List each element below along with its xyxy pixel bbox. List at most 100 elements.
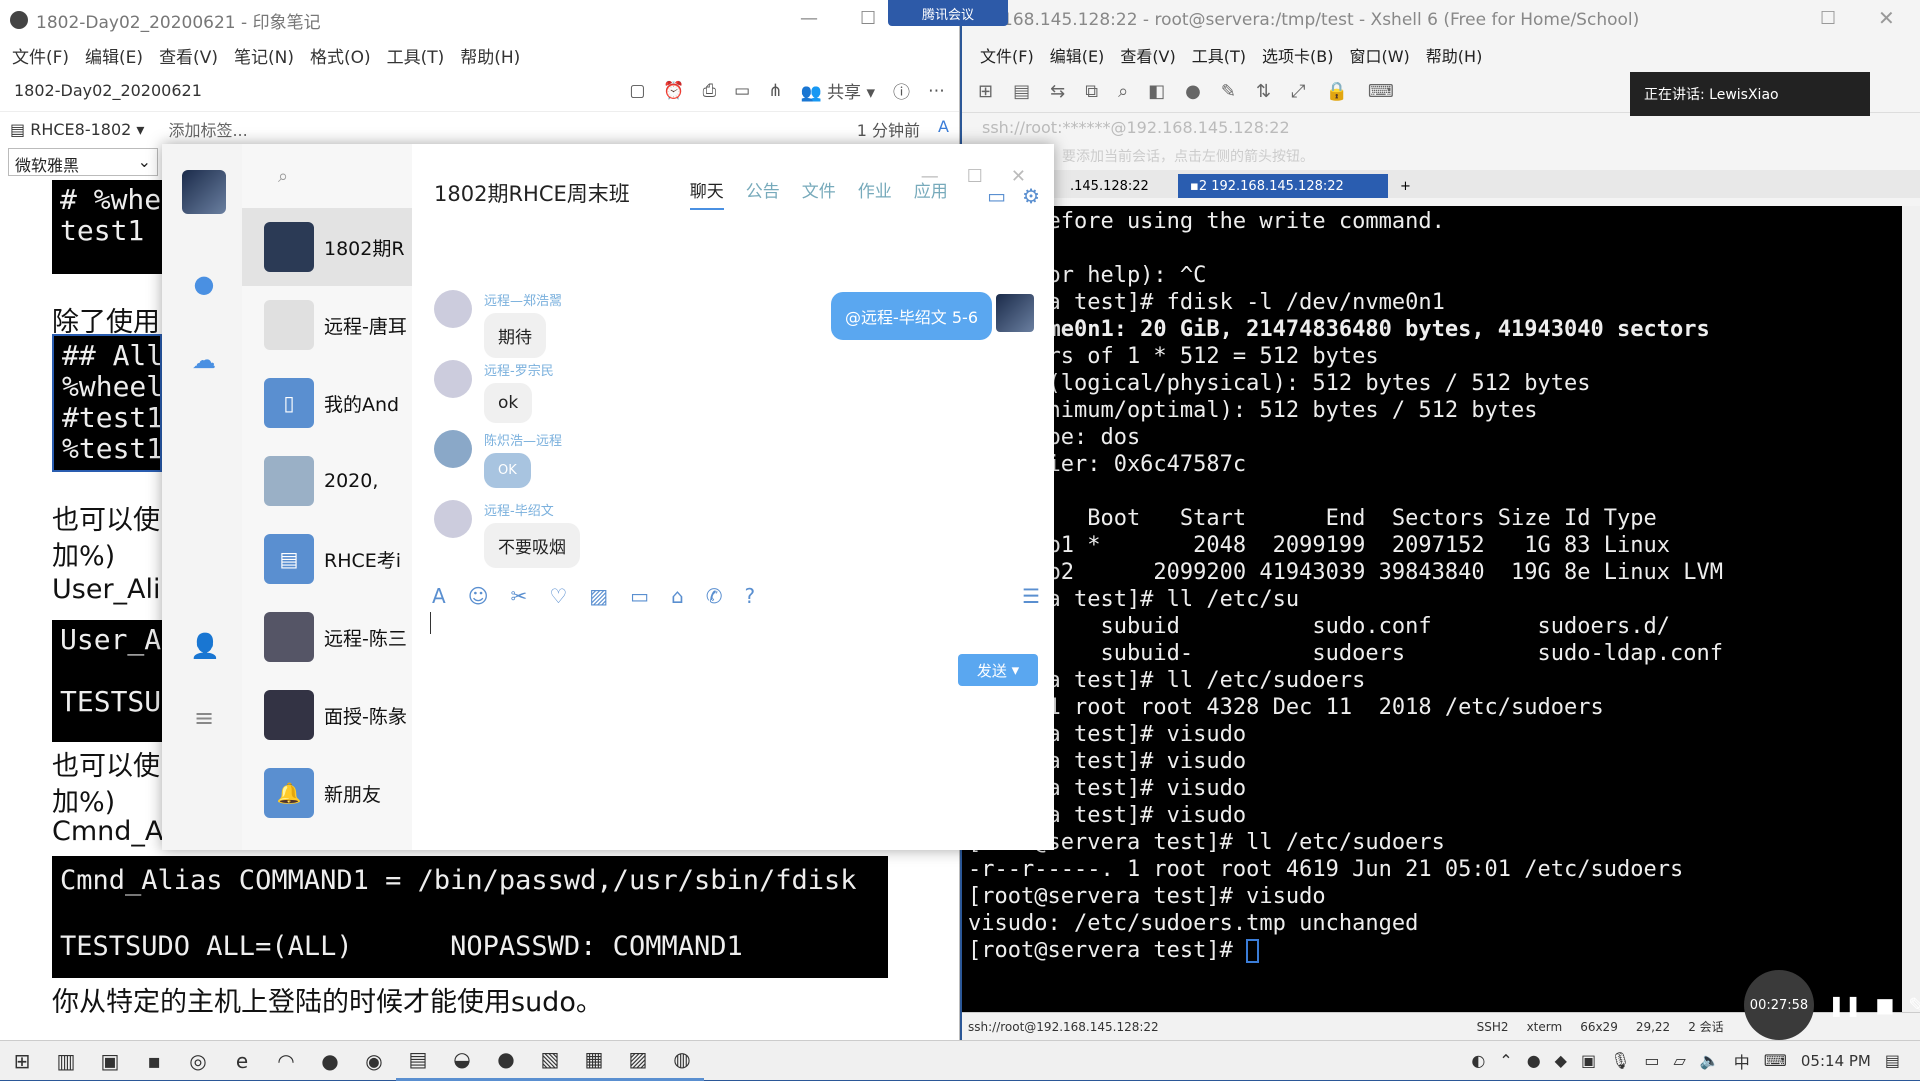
settings-icon[interactable]: ⚙ — [1022, 184, 1040, 208]
menu-format[interactable]: 格式(O) — [310, 43, 371, 68]
tray-app-icon[interactable]: ◐ — [1471, 1051, 1485, 1070]
scissors-icon[interactable]: ✂ — [511, 584, 528, 608]
conversation-item[interactable]: 🔔 新朋友 — [242, 754, 412, 832]
minimize-icon[interactable]: — — [800, 8, 818, 29]
menu-icon[interactable]: ≡ — [190, 704, 218, 732]
ime-indicator[interactable]: 中 — [1734, 1049, 1750, 1073]
conversation-item[interactable]: 1802期R — [242, 208, 412, 286]
add-tag-button[interactable]: 添加标签... — [168, 117, 247, 141]
qq-icon[interactable]: ● — [484, 1041, 528, 1081]
copy-icon[interactable]: ⧉ — [1085, 81, 1098, 102]
chevron-up-icon[interactable]: ⌃ — [1499, 1051, 1512, 1070]
battery-icon[interactable]: ▭ — [1644, 1051, 1659, 1070]
globe-icon[interactable]: ● — [1185, 81, 1201, 102]
clock[interactable]: 05:14 PM — [1801, 1052, 1871, 1070]
input-caret[interactable] — [430, 612, 431, 634]
share-link-icon[interactable]: ⋔ — [768, 81, 782, 101]
terminal-scrollbar[interactable] — [1902, 206, 1920, 1012]
tab-files[interactable]: 文件 — [802, 177, 836, 210]
app-icon[interactable]: ▪ — [132, 1041, 176, 1081]
start-icon[interactable]: ⊞ — [0, 1041, 44, 1081]
tray-app-icon[interactable]: ● — [1527, 1051, 1541, 1070]
xs-menu-edit[interactable]: 编辑(E) — [1050, 43, 1105, 67]
app-icon[interactable]: ▨ — [616, 1041, 660, 1081]
menu-view[interactable]: 查看(V) — [159, 43, 218, 68]
conversation-item[interactable]: ▤ RHCE考i — [242, 520, 412, 598]
menu-help[interactable]: 帮助(H) — [460, 43, 520, 68]
send-button[interactable]: 发送 ▾ — [958, 654, 1038, 686]
conversation-item[interactable]: 面授-陈彖 — [242, 676, 412, 754]
menu-file[interactable]: 文件(F) — [12, 43, 69, 68]
xshell-maximize-icon[interactable]: ☐ — [1820, 8, 1836, 29]
gift-icon[interactable]: ⌂ — [671, 584, 684, 608]
script-icon[interactable]: ✎ — [1221, 81, 1236, 102]
tab-notice[interactable]: 公告 — [746, 177, 780, 210]
call-icon[interactable]: ✆ — [706, 584, 723, 608]
print-icon[interactable]: ⎙ — [703, 81, 717, 101]
favorite-icon[interactable]: ♡ — [549, 584, 567, 608]
tab-session-1[interactable]: .145.128:22 — [1058, 174, 1178, 198]
screen-share-icon[interactable]: ▭ — [987, 184, 1006, 208]
terminal-output[interactable]: eful before using the write command. d (… — [962, 206, 1902, 1012]
sender-avatar[interactable] — [434, 500, 472, 538]
xs-menu-view[interactable]: 查看(V) — [1120, 43, 1175, 67]
conversation-item[interactable]: 2020, — [242, 442, 412, 520]
contacts-icon[interactable]: 👤 — [190, 632, 220, 660]
conversation-item[interactable]: ▯ 我的And — [242, 364, 412, 442]
conversation-item[interactable]: 远程-唐耳 — [242, 286, 412, 364]
volume-icon[interactable]: 🔈 — [1700, 1051, 1720, 1070]
tray-app-icon[interactable]: ▣ — [1581, 1051, 1596, 1070]
sender-avatar[interactable] — [434, 360, 472, 398]
menu-note[interactable]: 笔记(N) — [234, 43, 294, 68]
note-title[interactable]: 1802-Day02_20200621 — [14, 81, 202, 100]
app-icon[interactable]: ● — [308, 1041, 352, 1081]
tab-chat[interactable]: 聊天 — [689, 177, 724, 210]
folder-icon[interactable]: ▭ — [630, 584, 649, 608]
pause-icon[interactable]: ❚❚ — [1828, 993, 1862, 1017]
font-icon[interactable]: A — [432, 584, 446, 608]
app-icon[interactable]: ▧ — [528, 1041, 572, 1081]
present-icon[interactable]: ▢ — [629, 81, 645, 101]
notification-icon[interactable]: ▤ — [1885, 1051, 1900, 1070]
pen-icon[interactable]: ✎ — [1908, 993, 1920, 1017]
xshell-close-icon[interactable]: ✕ — [1878, 6, 1895, 30]
lock-icon[interactable]: 🔒 — [1325, 81, 1347, 102]
reminder-icon[interactable]: ⏰ — [663, 81, 684, 101]
open-folder-icon[interactable]: ▤ — [1013, 81, 1030, 102]
keyboard-icon[interactable]: ⌨ — [1368, 81, 1394, 102]
evernote-icon[interactable]: ◍ — [660, 1041, 704, 1081]
task-view-icon[interactable]: ▥ — [44, 1041, 88, 1081]
app-icon[interactable]: ▤ — [396, 1041, 440, 1081]
fullscreen-icon[interactable]: ⤢ — [1291, 81, 1305, 102]
stop-icon[interactable]: ■ — [1876, 993, 1895, 1017]
meeting-banner[interactable]: 腾讯会议 — [888, 0, 1008, 26]
emoji-icon[interactable]: ☺ — [468, 584, 489, 608]
color-icon[interactable]: ◧ — [1148, 81, 1165, 102]
conversation-item[interactable]: 远程-陈三 — [242, 598, 412, 676]
new-session-icon[interactable]: ⊞ — [978, 81, 993, 102]
image-icon[interactable]: ▨ — [589, 584, 608, 608]
help-icon[interactable]: ? — [745, 584, 756, 608]
app-icon[interactable]: ◠ — [264, 1041, 308, 1081]
qq-minimize-icon[interactable]: — — [921, 166, 939, 187]
xs-menu-file[interactable]: 文件(F) — [980, 43, 1034, 67]
font-a-icon[interactable]: A — [938, 117, 949, 141]
history-icon[interactable]: ☰ — [1022, 584, 1040, 608]
xs-menu-help[interactable]: 帮助(H) — [1426, 43, 1483, 67]
menu-tools[interactable]: 工具(T) — [387, 43, 445, 68]
tray-app-icon[interactable]: ◆ — [1555, 1051, 1567, 1070]
notebook-selector[interactable]: ▤ RHCE8-1802 ▾ — [10, 120, 144, 139]
xshell-icon[interactable]: ▦ — [572, 1041, 616, 1081]
cloud-icon[interactable]: ☁ — [190, 346, 218, 374]
explorer-icon[interactable]: ▣ — [88, 1041, 132, 1081]
keyboard-icon[interactable]: ⌨ — [1764, 1051, 1787, 1070]
transfer-icon[interactable]: ⇅ — [1256, 81, 1271, 102]
info-icon[interactable]: ⓘ — [893, 78, 910, 103]
search-icon[interactable]: ⌕ — [242, 144, 412, 208]
menu-edit[interactable]: 编辑(E) — [85, 43, 143, 68]
app-icon[interactable]: ◒ — [440, 1041, 484, 1081]
more-icon[interactable]: ⋯ — [928, 81, 945, 101]
reconnect-icon[interactable]: ⇆ — [1050, 81, 1065, 102]
my-avatar[interactable] — [182, 170, 226, 214]
font-select[interactable]: 微软雅黑 ⌄ — [8, 148, 158, 176]
